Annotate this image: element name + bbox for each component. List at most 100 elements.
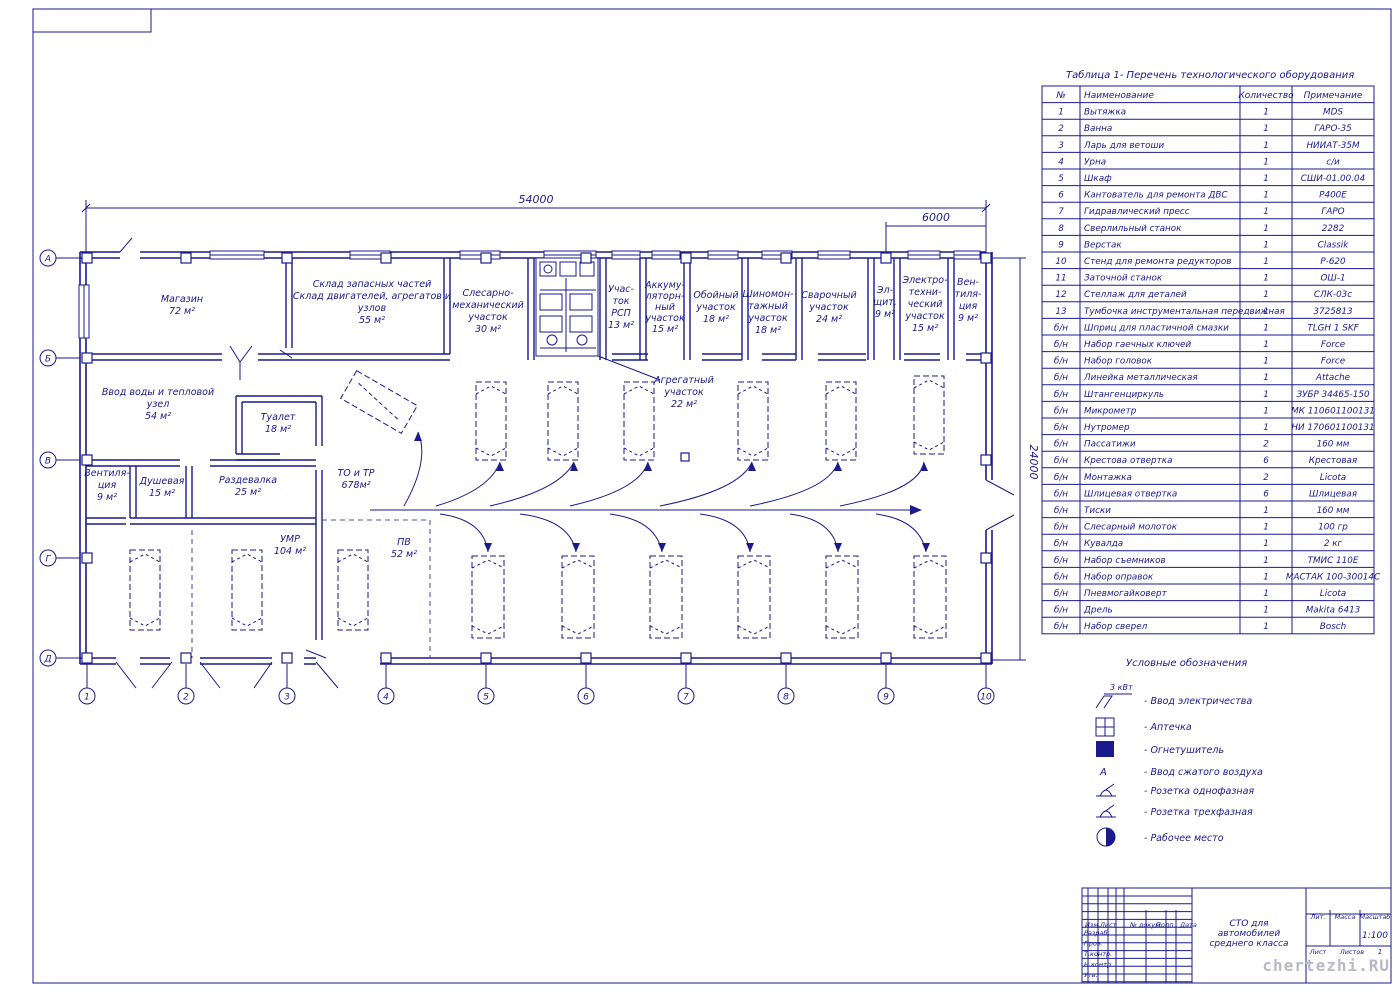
column — [780, 652, 792, 664]
center-column — [680, 452, 690, 462]
table-cell: 1 — [1263, 290, 1269, 300]
table-cell: б/н — [1054, 373, 1068, 383]
table-cell: б/н — [1054, 340, 1068, 350]
table-cell: 1 — [1263, 174, 1269, 184]
table-cell: 2282 — [1322, 224, 1345, 234]
axis-row-label: А — [44, 255, 51, 265]
room-label-line: Аккуму- — [644, 280, 685, 291]
legend-item-label: - Ввод электричества — [1144, 696, 1252, 707]
table-cell: б/н — [1054, 523, 1068, 533]
route-arrowhead — [644, 462, 652, 471]
watermark: chertezhi.RU — [1262, 956, 1390, 975]
axis-col-label: 7 — [683, 693, 689, 703]
tb-role-label: Разраб. — [1084, 929, 1110, 937]
route-arrowhead — [484, 543, 492, 552]
room-label-line: 15 м² — [912, 323, 938, 334]
axis-row-label: В — [45, 457, 51, 467]
table-cell: с/и — [1326, 157, 1340, 167]
column — [81, 454, 93, 466]
column — [880, 652, 892, 664]
table-cell: Classik — [1318, 240, 1350, 250]
vehicle-post — [737, 555, 771, 639]
room-label-line: участок — [644, 313, 685, 324]
axis-col-label: 8 — [783, 693, 789, 703]
tb-sheet-label: Лист — [1309, 948, 1327, 956]
vehicle-post — [623, 381, 655, 461]
dimension-bay: 6000 — [885, 211, 986, 255]
table-cell: 2 — [1263, 473, 1269, 483]
table-cell: СШИ-01.00.04 — [1301, 174, 1365, 184]
dimension-total-length: 54000 — [81, 193, 991, 255]
table-cell: 12 — [1055, 290, 1067, 300]
column — [980, 352, 992, 364]
room-label-line: тиля- — [955, 289, 982, 300]
axis-row-label: Б — [45, 355, 51, 365]
axis-col-label: 5 — [483, 693, 489, 703]
drive-lane-arrow — [910, 505, 922, 515]
table-cell: 1 — [1263, 257, 1269, 267]
table-cell: Набор съемников — [1084, 556, 1166, 566]
room-label-line: Магазин — [161, 294, 203, 305]
table-cell: Линейка металлическая — [1083, 373, 1198, 383]
room-label-line: Шиномон- — [743, 289, 795, 300]
table-cell: б/н — [1054, 357, 1068, 367]
column — [180, 252, 192, 264]
table-cell: Пневмогайковерт — [1084, 589, 1168, 599]
axis-col-label: 2 — [183, 693, 189, 703]
room-label-line: 9 м² — [958, 313, 978, 324]
column — [580, 652, 592, 664]
room-label-line: 18 м² — [265, 424, 291, 435]
table-cell: Стеллаж для деталей — [1084, 290, 1187, 300]
table-cell: 1 — [1263, 572, 1269, 582]
table-cell: Тиски — [1084, 506, 1111, 516]
table-cell: Кантователь для ремонта ДВС — [1084, 191, 1228, 201]
room-label-line: 15 м² — [149, 488, 175, 499]
tb-sheets-label: Листов — [1339, 948, 1364, 956]
room-label-line: Слесарно- — [462, 288, 514, 299]
table-cell: б/н — [1054, 622, 1068, 632]
room-label-line: механический — [452, 300, 524, 311]
dim-24000: 24000 — [1027, 445, 1040, 480]
table-cell: СЛК-03с — [1314, 290, 1352, 300]
table-cell: Кувалда — [1084, 539, 1123, 549]
room-label-line: Вентиля- — [84, 468, 130, 479]
column — [780, 252, 792, 264]
equipment-table: Таблица 1- Перечень технологического обо… — [1041, 69, 1381, 635]
axis-col-label: 4 — [383, 693, 389, 703]
table-cell: 100 гр — [1318, 523, 1348, 533]
route-curve — [569, 461, 649, 507]
dim-6000: 6000 — [922, 211, 950, 224]
table-cell: 1 — [1263, 406, 1269, 416]
table-cell: 1 — [1263, 373, 1269, 383]
room-label-line: участок — [695, 302, 736, 313]
table-cell: Монтажка — [1084, 473, 1132, 483]
room-label-line: УМР — [280, 534, 300, 545]
dimension-width: 24000 — [990, 257, 1040, 661]
room-label-line: ПВ — [397, 537, 411, 548]
tb-col-label: Лист — [1099, 921, 1117, 929]
legend-item-label: - Огнетушитель — [1144, 745, 1224, 756]
room-label-line: узел — [146, 399, 170, 410]
table-cell: 1 — [1263, 523, 1269, 533]
vehicle-post — [825, 381, 857, 461]
table-cell: Ванна — [1084, 124, 1112, 134]
table-cell: 1 — [1263, 390, 1269, 400]
column — [81, 652, 93, 664]
vehicle-post — [561, 555, 595, 639]
table-cell: б/н — [1054, 390, 1068, 400]
table-cell: Гидравлический пресс — [1084, 207, 1190, 217]
room-label-line: 52 м² — [391, 549, 417, 560]
room-label-line: 9 м² — [875, 309, 895, 320]
room-label-line: узлов — [357, 303, 387, 314]
vehicle-post — [649, 555, 683, 639]
axis-col-label: 10 — [980, 693, 992, 703]
table-cell: 2 — [1263, 440, 1269, 450]
table-cell: 1 — [1263, 556, 1269, 566]
table-cell: б/н — [1054, 323, 1068, 333]
route-curve — [699, 513, 751, 553]
vehicle-post — [737, 381, 769, 461]
table-cell: 6 — [1263, 456, 1269, 466]
room-label-line: техни- — [909, 287, 942, 298]
room-label-line: ный — [655, 302, 675, 313]
air-symbol: А — [1099, 767, 1107, 778]
